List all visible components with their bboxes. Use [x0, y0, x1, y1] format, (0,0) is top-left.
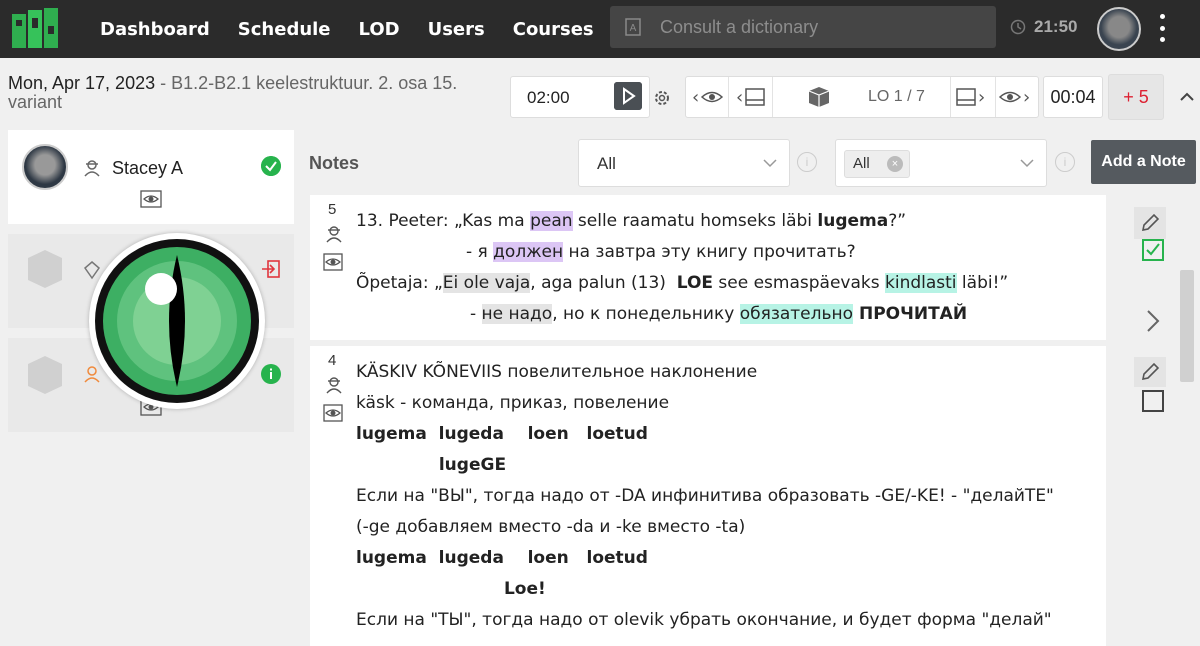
elapsed-timer: 00:04: [1043, 76, 1103, 118]
filter-chip: All ×: [844, 150, 910, 178]
note-line: lugema lugeda loen loetud: [356, 424, 648, 444]
eye-overlay: [89, 233, 265, 409]
chevron-up-icon[interactable]: [1178, 88, 1196, 106]
prev-eye-button[interactable]: ‹: [686, 77, 729, 117]
note-line: Õpetaja: „Ei ole vaja, aga palun (13) LO…: [356, 273, 1009, 293]
prev-slide-icon: ‹: [736, 87, 765, 108]
lesson-title: Mon, Apr 17, 2023 - B1.2-B2.1 keelestruk…: [8, 74, 498, 112]
main-nav: Dashboard Schedule LOD Users Courses: [100, 0, 594, 58]
scrollbar[interactable]: [1180, 270, 1194, 382]
edit-note-button[interactable]: [1134, 357, 1166, 387]
note-number: 4: [328, 352, 337, 369]
placeholder-avatar-icon: [28, 250, 62, 288]
note-line: lugema lugeda loen loetud: [356, 548, 648, 568]
svg-text:›: ›: [978, 87, 985, 108]
student-avatar: [22, 144, 68, 190]
notes-filter-value: All: [597, 154, 616, 173]
checked-checkbox-icon[interactable]: [1142, 239, 1164, 261]
lo-counter: LO 1 / 7: [868, 88, 925, 105]
nav-dashboard[interactable]: Dashboard: [100, 19, 210, 40]
svg-text:‹: ‹: [692, 87, 699, 108]
note-line: Если на "ВЫ", тогда надо от -DA инфинити…: [356, 486, 1054, 506]
cat-eye-icon: [95, 239, 259, 403]
top-navbar: Dashboard Schedule LOD Users Courses A 2…: [0, 0, 1200, 58]
note-actions-column: [1106, 195, 1196, 646]
note-line: käsk - команда, приказ, повеление: [356, 393, 670, 413]
nav-courses[interactable]: Courses: [513, 19, 594, 40]
note-card: 5 13. Peeter: „Kas ma pean selle raamatu…: [310, 195, 1106, 340]
more-menu-icon[interactable]: [1154, 14, 1170, 42]
prev-slide-button[interactable]: ‹: [728, 77, 773, 117]
add-time-button[interactable]: + 5: [1108, 74, 1164, 120]
note-line: (-ge добавляем вместо -da и -ke вместо -…: [356, 517, 746, 537]
notes-title: Notes: [309, 153, 360, 173]
notes-filter-select[interactable]: All: [578, 139, 790, 187]
filter-chip-label: All: [853, 155, 870, 172]
note-line: Если на "ТЫ", тогда надо от olevik убрат…: [356, 610, 1052, 630]
next-eye-icon: ›: [998, 87, 1030, 108]
visibility-eye-icon[interactable]: [140, 190, 162, 208]
note-number: 5: [328, 201, 337, 218]
clock-icon: [1010, 19, 1026, 35]
visibility-eye-icon[interactable]: [323, 404, 343, 422]
next-eye-button[interactable]: ›: [994, 77, 1038, 117]
student-name: Stacey A: [112, 158, 184, 178]
pencil-icon: [1141, 213, 1160, 232]
clock: 21:50: [1010, 17, 1077, 37]
note-line: 13. Peeter: „Kas ma pean selle raamatu h…: [356, 211, 907, 231]
student-role-icon: [84, 160, 100, 177]
lesson-cube-icon: [808, 87, 830, 107]
svg-text:‹: ‹: [736, 87, 743, 108]
visibility-eye-icon[interactable]: [323, 253, 343, 271]
pencil-icon: [1141, 362, 1160, 381]
next-slide-icon: ›: [956, 87, 985, 108]
lo-navigator: ‹ ‹ › ›: [685, 76, 1039, 118]
timer-value: 02:00: [527, 88, 570, 107]
nav-schedule[interactable]: Schedule: [238, 19, 331, 40]
nav-users[interactable]: Users: [428, 19, 485, 40]
chevron-right-icon[interactable]: [1142, 307, 1164, 335]
dictionary-input[interactable]: [658, 15, 982, 39]
app-logo[interactable]: [10, 6, 60, 52]
note-line: Loe!: [356, 579, 546, 599]
info-icon: i: [797, 152, 817, 172]
add-note-button[interactable]: Add a Note: [1091, 140, 1196, 184]
student-card[interactable]: Stacey A: [8, 130, 294, 224]
clock-time: 21:50: [1034, 17, 1078, 36]
note-line: lugeGE: [356, 455, 507, 475]
settings-gear-icon[interactable]: [652, 88, 672, 108]
edit-note-button[interactable]: [1134, 207, 1166, 239]
dictionary-icon: A: [625, 18, 641, 36]
info-icon: i: [1055, 152, 1075, 172]
note-card: 4 KÄSKIV KÕNEVIIS повелительное наклонен…: [310, 346, 1106, 646]
prev-eye-icon: ‹: [692, 87, 724, 108]
nav-lod[interactable]: LOD: [359, 19, 400, 40]
note-line: - я должен на завтра эту книгу прочитать…: [466, 242, 856, 262]
lesson-date: Mon, Apr 17, 2023: [8, 73, 156, 93]
author-icon: [326, 226, 342, 243]
user-avatar[interactable]: [1097, 7, 1141, 51]
dictionary-search: A: [610, 6, 996, 48]
chevron-down-icon: [1020, 159, 1034, 168]
chevron-down-icon: [763, 159, 777, 168]
note-line: KÄSKIV KÕNEVIIS повелительное наклонение: [356, 362, 758, 382]
note-line: - не надо, но к понедельнику обязательно…: [470, 304, 968, 324]
svg-text:A: A: [630, 23, 637, 34]
author-icon: [326, 377, 342, 394]
chip-remove-icon[interactable]: ×: [887, 156, 903, 172]
unchecked-checkbox-icon[interactable]: [1142, 390, 1164, 412]
play-button[interactable]: [614, 82, 642, 110]
svg-text:›: ›: [1023, 87, 1030, 108]
placeholder-avatar-icon: [28, 356, 62, 394]
status-check-icon: [261, 156, 281, 176]
next-slide-button[interactable]: ›: [950, 77, 996, 117]
notes-tag-select[interactable]: All ×: [835, 139, 1047, 187]
